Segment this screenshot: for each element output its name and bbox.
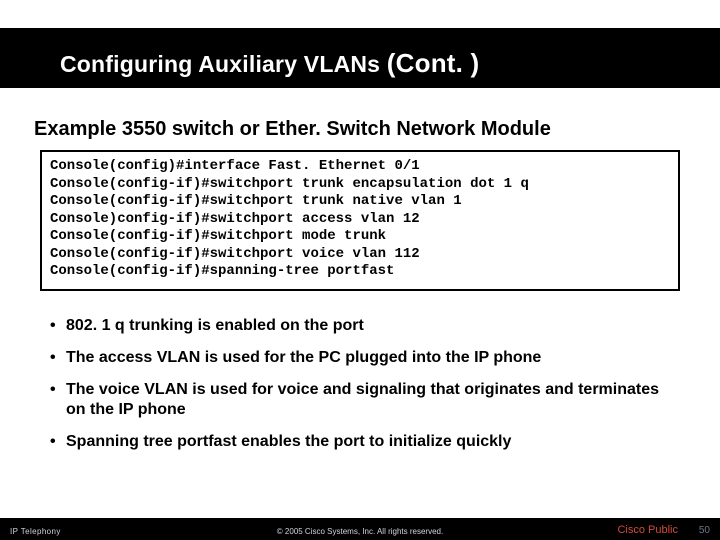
code-line: Console(config-if)#switchport voice vlan… xyxy=(50,246,420,262)
slide: Configuring Auxiliary VLANs (Cont. ) Exa… xyxy=(0,0,720,540)
code-line: Console(config-if)#switchport trunk nati… xyxy=(50,193,462,209)
bullet-item: The voice VLAN is used for voice and sig… xyxy=(50,374,680,426)
slide-title: Configuring Auxiliary VLANs (Cont. ) xyxy=(60,48,479,79)
code-line: Console(config)#interface Fast. Ethernet… xyxy=(50,158,420,174)
bullet-item: Spanning tree portfast enables the port … xyxy=(50,426,680,458)
code-box: Console(config)#interface Fast. Ethernet… xyxy=(40,150,680,291)
code-line: Console(config-if)#spanning-tree portfas… xyxy=(50,263,394,279)
bullet-item: 802. 1 q trunking is enabled on the port xyxy=(50,310,680,342)
code-line: Console)config-if)#switchport access vla… xyxy=(50,211,420,227)
bullet-item: The access VLAN is used for the PC plugg… xyxy=(50,342,680,374)
footer-bar: IP Telephony © 2005 Cisco Systems, Inc. … xyxy=(0,518,720,540)
footer-right: Cisco Public xyxy=(617,524,678,536)
footer-center: © 2005 Cisco Systems, Inc. All rights re… xyxy=(0,527,720,536)
code-block: Console(config)#interface Fast. Ethernet… xyxy=(50,158,670,281)
bullet-list: 802. 1 q trunking is enabled on the port… xyxy=(50,310,680,458)
code-line: Console(config-if)#switchport mode trunk xyxy=(50,228,386,244)
slide-subtitle: Example 3550 switch or Ether. Switch Net… xyxy=(34,118,551,141)
title-prefix: Configuring Auxiliary VLANs xyxy=(60,51,387,77)
footer-page-number: 50 xyxy=(699,525,710,536)
code-line: Console(config-if)#switchport trunk enca… xyxy=(50,176,529,192)
title-suffix: (Cont. ) xyxy=(387,48,480,78)
